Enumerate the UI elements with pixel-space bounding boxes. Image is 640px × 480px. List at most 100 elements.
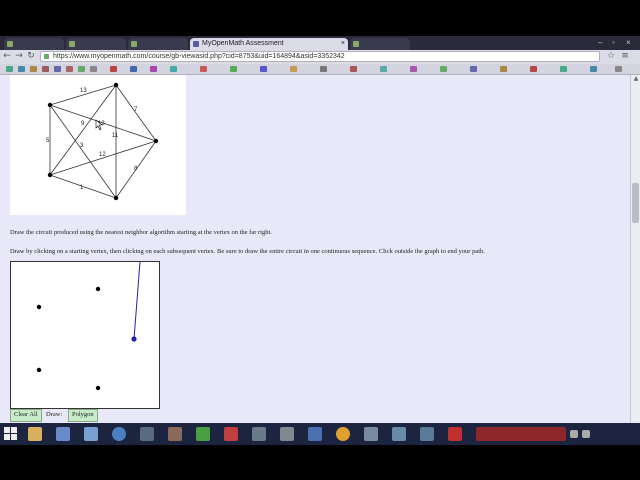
app-icon[interactable] <box>168 427 182 441</box>
windows-logo-icon <box>4 427 10 433</box>
scroll-thumb[interactable] <box>632 183 639 223</box>
bookmark-icon[interactable] <box>410 66 417 72</box>
bookmark-icon[interactable] <box>470 66 477 72</box>
close-window-icon[interactable]: × <box>626 38 631 47</box>
bookmark-icon[interactable] <box>500 66 507 72</box>
tab-3[interactable] <box>128 38 188 50</box>
minimize-icon[interactable]: – <box>598 38 602 47</box>
tab-1[interactable] <box>4 38 64 50</box>
bookmark-icon[interactable] <box>30 66 37 72</box>
app-icon[interactable] <box>420 427 434 441</box>
bookmark-icon[interactable] <box>560 66 567 72</box>
bookmark-icon[interactable] <box>290 66 297 72</box>
bookmark-icon[interactable] <box>150 66 157 72</box>
instruction-text-1: Draw the circuit produced using the near… <box>10 229 272 236</box>
app-icon[interactable] <box>308 427 322 441</box>
app-icon[interactable] <box>252 427 266 441</box>
canvas-vertex[interactable] <box>95 286 101 292</box>
bookmark-icon[interactable] <box>42 66 49 72</box>
favicon-icon <box>69 41 75 47</box>
canvas-vertex[interactable] <box>36 304 42 310</box>
canvas-vertex[interactable] <box>95 385 101 391</box>
tab-title: MyOpenMath Assessment <box>202 40 284 47</box>
drawn-path-line <box>133 261 141 340</box>
app-icon[interactable] <box>280 427 294 441</box>
back-icon[interactable]: ← <box>2 51 12 62</box>
bookmark-icon[interactable] <box>615 66 622 72</box>
bookmark-icon[interactable] <box>130 66 137 72</box>
forward-icon[interactable]: → <box>14 51 24 62</box>
edge-weight-label: 9 <box>81 121 85 127</box>
graph-edge <box>49 84 117 176</box>
tab-5[interactable] <box>350 38 410 50</box>
chrome-icon[interactable] <box>336 427 350 441</box>
bookmark-icon[interactable] <box>260 66 267 72</box>
bookmark-icon[interactable] <box>18 66 25 72</box>
graph-edge <box>49 140 157 176</box>
file-explorer-icon[interactable] <box>28 427 42 441</box>
bookmark-icon[interactable] <box>90 66 97 72</box>
tray-icon[interactable] <box>570 430 578 438</box>
bookmark-icon[interactable] <box>440 66 447 72</box>
edge-weight-label: 12 <box>99 152 106 158</box>
star-icon[interactable]: ☆ <box>606 51 616 62</box>
canvas-vertex[interactable] <box>36 367 42 373</box>
page-content: 13 7 5 3 9 11 12 8 1 13 Draw the circuit… <box>0 75 630 445</box>
graph-vertex <box>113 82 119 88</box>
tray-icon[interactable] <box>582 430 590 438</box>
edge-weight-label: 13 <box>80 88 87 94</box>
bookmark-icon[interactable] <box>350 66 357 72</box>
favicon-icon <box>353 41 359 47</box>
drawing-canvas[interactable] <box>10 261 160 409</box>
vertical-scrollbar[interactable]: ▲ ▼ <box>630 75 640 445</box>
tab-bar: MyOpenMath Assessment × – ▫ × <box>0 36 640 50</box>
bookmark-icon[interactable] <box>78 66 85 72</box>
app-icon[interactable] <box>140 427 154 441</box>
graph-vertex <box>153 138 159 144</box>
bookmark-icon[interactable] <box>66 66 73 72</box>
tab-active[interactable]: MyOpenMath Assessment × <box>190 38 348 50</box>
bookmark-icon[interactable] <box>170 66 177 72</box>
selected-vertex[interactable] <box>131 336 137 342</box>
menu-icon[interactable]: ≡ <box>620 51 630 62</box>
edge-weight-label: 7 <box>134 107 138 113</box>
reload-icon[interactable]: ↻ <box>26 51 36 62</box>
lock-icon <box>44 54 49 59</box>
app-icon[interactable] <box>448 427 462 441</box>
tab-2[interactable] <box>66 38 126 50</box>
url-text: https://www.myopenmath.com/course/gb-vie… <box>53 53 345 60</box>
clear-all-button[interactable]: Clear All <box>10 409 42 422</box>
weighted-graph: 13 7 5 3 9 11 12 8 1 13 <box>46 82 159 201</box>
app-icon[interactable] <box>392 427 406 441</box>
bookmark-icon[interactable] <box>54 66 61 72</box>
scroll-up-icon[interactable]: ▲ <box>632 75 640 83</box>
draw-mode-label: Draw: <box>46 411 63 418</box>
instruction-text-2: Draw by clicking on a starting vertex, t… <box>10 248 485 255</box>
close-tab-icon[interactable]: × <box>341 38 345 50</box>
bookmark-icon[interactable] <box>6 66 13 72</box>
bookmark-icon[interactable] <box>590 66 597 72</box>
app-icon[interactable] <box>84 427 98 441</box>
app-icon[interactable] <box>196 427 210 441</box>
pdf-icon[interactable] <box>224 427 238 441</box>
drawing-canvas-svg[interactable] <box>11 261 159 408</box>
bookmark-icon[interactable] <box>380 66 387 72</box>
favicon-icon <box>7 41 13 47</box>
start-button[interactable] <box>4 427 18 441</box>
recording-indicator <box>476 427 566 441</box>
bookmark-icon[interactable] <box>200 66 207 72</box>
polygon-mode-button[interactable]: Polygon <box>68 409 98 422</box>
browser-window: MyOpenMath Assessment × – ▫ × ← → ↻ https… <box>0 36 640 445</box>
browser-icon[interactable] <box>112 427 126 441</box>
maximize-icon[interactable]: ▫ <box>612 38 615 47</box>
question-graph: 13 7 5 3 9 11 12 8 1 13 <box>10 75 186 215</box>
graph-vertex <box>47 172 53 178</box>
app-icon[interactable] <box>56 427 70 441</box>
app-icon[interactable] <box>364 427 378 441</box>
bookmark-icon[interactable] <box>230 66 237 72</box>
bookmark-icon[interactable] <box>530 66 537 72</box>
bookmark-icon[interactable] <box>320 66 327 72</box>
edge-weight-label: 11 <box>112 133 119 139</box>
address-bar[interactable]: https://www.myopenmath.com/course/gb-vie… <box>40 51 600 62</box>
bookmark-icon[interactable] <box>110 66 117 72</box>
